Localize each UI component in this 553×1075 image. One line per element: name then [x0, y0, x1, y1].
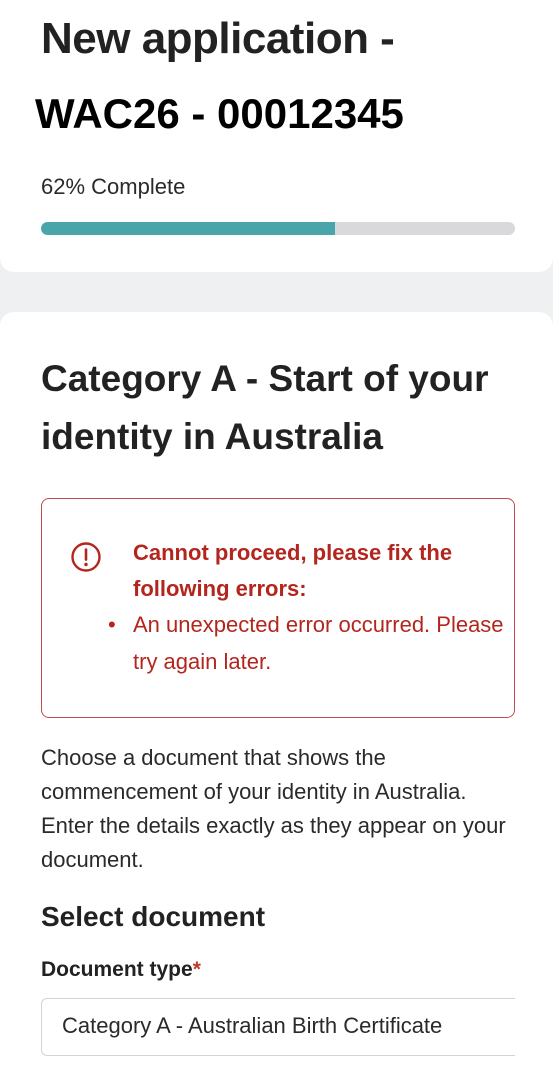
- document-type-label-text: Document type: [41, 958, 193, 981]
- application-header-card: New application - WAC26 - 00012345 62% C…: [0, 0, 553, 272]
- bullet: •: [108, 612, 116, 637]
- alert-circle-icon: [71, 542, 101, 572]
- error-list: • An unexpected error occurred. Please t…: [108, 606, 508, 680]
- page-title: New application -: [41, 14, 395, 63]
- document-type-label: Document type*: [41, 958, 201, 982]
- application-reference: WAC26 - 00012345: [35, 90, 404, 137]
- error-item: • An unexpected error occurred. Please t…: [108, 606, 508, 680]
- progress-bar: [41, 222, 515, 235]
- section-heading: Category A - Start of your identity in A…: [41, 358, 489, 457]
- error-title: Cannot proceed, please fix the following…: [133, 540, 453, 601]
- document-type-value: Category A - Australian Birth Certificat…: [62, 1013, 443, 1038]
- error-summary: Cannot proceed, please fix the following…: [41, 498, 515, 718]
- progress-label: 62% Complete: [41, 174, 186, 199]
- intro-text: Choose a document that shows the commenc…: [41, 745, 506, 872]
- select-document-heading: Select document: [41, 901, 266, 932]
- required-marker: *: [192, 958, 201, 981]
- error-message: An unexpected error occurred. Please try…: [133, 612, 504, 674]
- document-type-select[interactable]: Category A - Australian Birth Certificat…: [41, 998, 515, 1056]
- progress-bar-fill: [41, 222, 335, 235]
